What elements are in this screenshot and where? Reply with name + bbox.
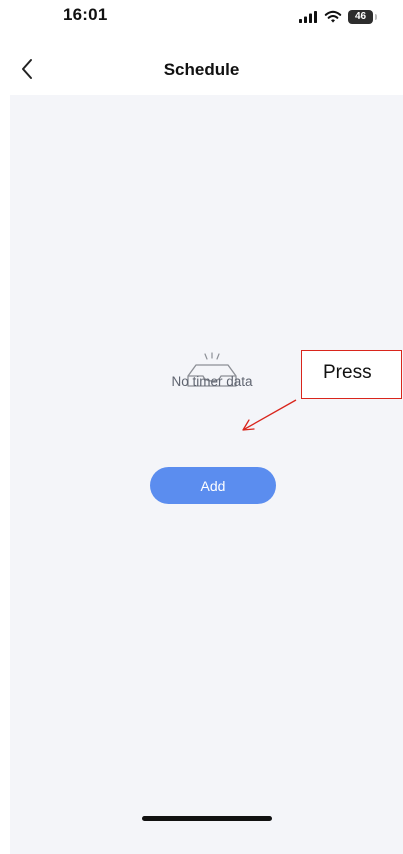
cellular-signal-icon xyxy=(299,11,317,23)
wifi-icon xyxy=(324,10,342,23)
battery-level: 46 xyxy=(348,10,373,24)
status-bar: 16:01 46 xyxy=(0,0,403,34)
empty-state-text: No timer data xyxy=(171,374,253,389)
annotation-arrow-icon xyxy=(242,399,297,431)
status-time: 16:01 xyxy=(63,5,108,24)
battery-icon: 46 xyxy=(348,10,377,24)
annotation-text: Press xyxy=(323,362,372,383)
status-icons: 46 xyxy=(298,8,377,26)
annotation-callout: Press xyxy=(301,350,402,399)
nav-bar: Schedule xyxy=(0,34,403,95)
battery-cap xyxy=(375,14,377,20)
page-title: Schedule xyxy=(163,60,240,79)
home-indicator xyxy=(142,816,272,821)
add-button[interactable]: Add xyxy=(150,467,276,504)
